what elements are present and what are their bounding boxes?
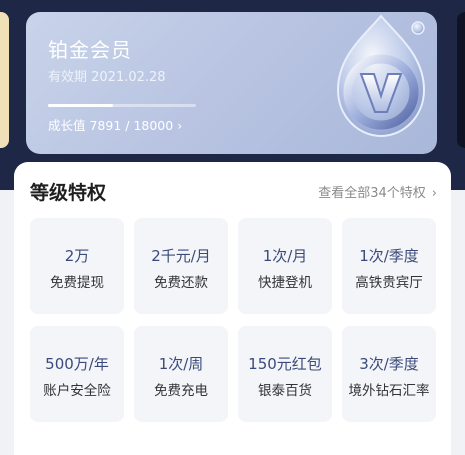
growth-progress-bar [48,104,196,107]
privileges-panel: 等级特权 查看全部34个特权 › 2万 免费提现 2千元/月 免费还款 1次/月 … [14,162,451,455]
privilege-label: 免费充电 [154,383,208,399]
privilege-value: 3次/季度 [359,355,419,373]
privilege-value: 1次/季度 [359,247,419,265]
chevron-right-icon: › [431,186,437,201]
privilege-label: 账户安全险 [43,383,111,399]
privilege-label: 高铁贵宾厅 [355,275,423,291]
privilege-tile[interactable]: 2万 免费提现 [30,218,124,314]
privilege-label: 境外钻石汇率 [348,383,430,399]
privilege-label: 免费还款 [154,275,208,291]
privilege-tile[interactable]: 150元红包 银泰百货 [238,326,332,422]
privilege-tile[interactable]: 2千元/月 免费还款 [134,218,228,314]
previous-tier-card[interactable] [0,12,9,148]
view-all-label: 查看全部34个特权 [318,186,426,201]
privilege-tile[interactable]: 500万/年 账户安全险 [30,326,124,422]
growth-value-link[interactable]: 成长值 7891 / 18000 › [48,115,182,134]
growth-value: 成长值 7891 / 18000 [48,118,174,133]
membership-card[interactable]: 铂金会员 有效期 2021.02.28 成长值 7891 / 18000 › [26,12,437,154]
privilege-label: 免费提现 [50,275,104,291]
privilege-value: 500万/年 [45,355,109,373]
privilege-tile[interactable]: 3次/季度 境外钻石汇率 [342,326,436,422]
privilege-value: 1次/周 [158,355,204,373]
validity-date: 有效期 2021.02.28 [48,70,166,85]
view-all-privileges-link[interactable]: 查看全部34个特权 › [318,182,437,201]
privilege-tile[interactable]: 1次/季度 高铁贵宾厅 [342,218,436,314]
growth-progress-fill [48,104,114,107]
privilege-tile[interactable]: 1次/月 快捷登机 [238,218,332,314]
privilege-label: 快捷登机 [258,275,312,291]
privilege-label: 银泰百货 [258,383,312,399]
chevron-right-icon: › [177,118,183,133]
privilege-value: 150元红包 [248,355,322,373]
privilege-value: 2千元/月 [151,247,211,265]
privilege-value: 1次/月 [262,247,308,265]
next-tier-card[interactable] [457,12,465,148]
tier-name: 铂金会员 [48,38,132,62]
privilege-tile[interactable]: 1次/周 免费充电 [134,326,228,422]
v-badge-icon [336,14,426,138]
privileges-title: 等级特权 [30,182,107,204]
privilege-value: 2万 [64,247,90,265]
